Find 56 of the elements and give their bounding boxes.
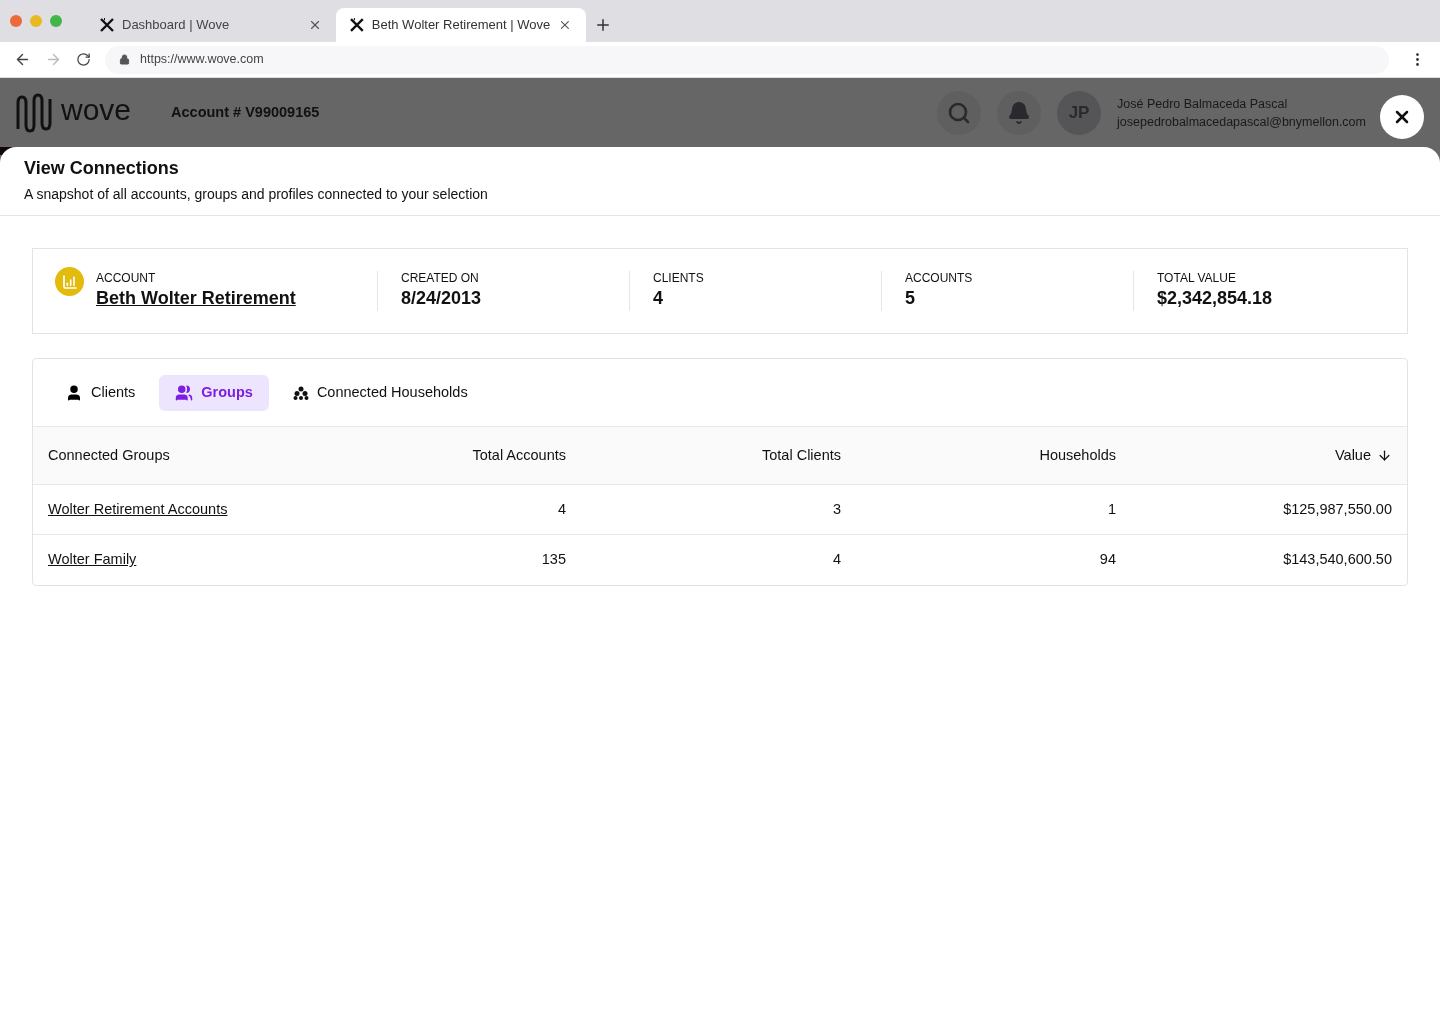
back-arrow-icon[interactable]	[14, 51, 31, 68]
stat-value: 8/24/2013	[401, 287, 482, 310]
column-header[interactable]: Total Accounts	[472, 444, 566, 467]
close-icon[interactable]	[558, 18, 572, 32]
close-icon[interactable]	[308, 18, 322, 32]
url-text: https://www.wove.com	[140, 51, 264, 69]
table-cell-text: 94	[1099, 550, 1116, 570]
stat-value: 4	[653, 287, 664, 310]
modal-title: View Connections	[24, 157, 180, 179]
account-number: Account # V99009165	[171, 102, 320, 122]
table-cell-text: $143,540,600.50	[1283, 550, 1392, 570]
column-header[interactable]: Value	[1335, 444, 1392, 467]
tab[interactable]: Clients	[49, 374, 152, 411]
x-logo-icon	[350, 18, 364, 32]
sort-arrow-icon	[1377, 448, 1392, 463]
group-link[interactable]: Wolter Family	[48, 549, 137, 571]
close-button[interactable]	[1380, 95, 1424, 139]
browser-tab[interactable]: Dashboard | Wove	[86, 8, 336, 42]
tab-title: Beth Wolter Retirement | Wove	[371, 16, 551, 35]
column-header[interactable]: Connected Groups	[48, 444, 170, 467]
stat-label: CREATED ON	[401, 271, 480, 285]
reload-icon[interactable]	[76, 52, 91, 67]
table-cell-text: $125,987,550.00	[1283, 499, 1392, 519]
stat-label: ACCOUNT	[96, 271, 157, 285]
lock-icon	[119, 54, 130, 65]
tab-title: Dashboard | Wove	[122, 16, 231, 35]
table-cell-text: 3	[832, 499, 841, 519]
table-cell-text: 135	[541, 550, 566, 570]
x-logo-icon	[100, 18, 114, 32]
search-icon	[947, 100, 972, 125]
chart-badge-icon	[55, 267, 84, 296]
tab[interactable]: Connected Households	[276, 374, 484, 411]
browser-tab[interactable]: Beth Wolter Retirement | Wove	[336, 8, 586, 42]
stat-label: CLIENTS	[653, 271, 704, 285]
people-icon	[175, 383, 194, 402]
stat-value: $2,342,854.18	[1157, 287, 1273, 310]
logo-text: wove	[61, 94, 132, 128]
table-cell-text: 4	[832, 550, 841, 570]
modal-subtitle: A snapshot of all accounts, groups and profiles connected to your selection	[24, 185, 489, 204]
new-tab-icon[interactable]	[594, 16, 612, 34]
column-header[interactable]: Total Clients	[762, 444, 841, 467]
address-bar[interactable]: https://www.wove.com	[105, 45, 1389, 74]
person-icon	[65, 383, 83, 402]
stat-value: 5	[905, 287, 916, 310]
user-email: josepedrobalmacedapascal@bnymellon.com	[1117, 113, 1366, 131]
table-cell-text: 1	[1107, 499, 1116, 519]
column-header[interactable]: Households	[1039, 444, 1116, 467]
user-name: José Pedro Balmaceda Pascal	[1117, 95, 1289, 113]
stat-label: TOTAL VALUE	[1157, 271, 1237, 285]
group-link[interactable]: Wolter Retirement Accounts	[48, 498, 228, 521]
dots-cluster-icon	[292, 385, 309, 400]
stat-label: ACCOUNTS	[905, 271, 973, 285]
account-link[interactable]: Beth Wolter Retirement	[96, 285, 296, 311]
bell-icon	[1007, 100, 1032, 125]
tab[interactable]: Groups	[159, 374, 269, 411]
table-cell-text: 4	[557, 499, 566, 519]
